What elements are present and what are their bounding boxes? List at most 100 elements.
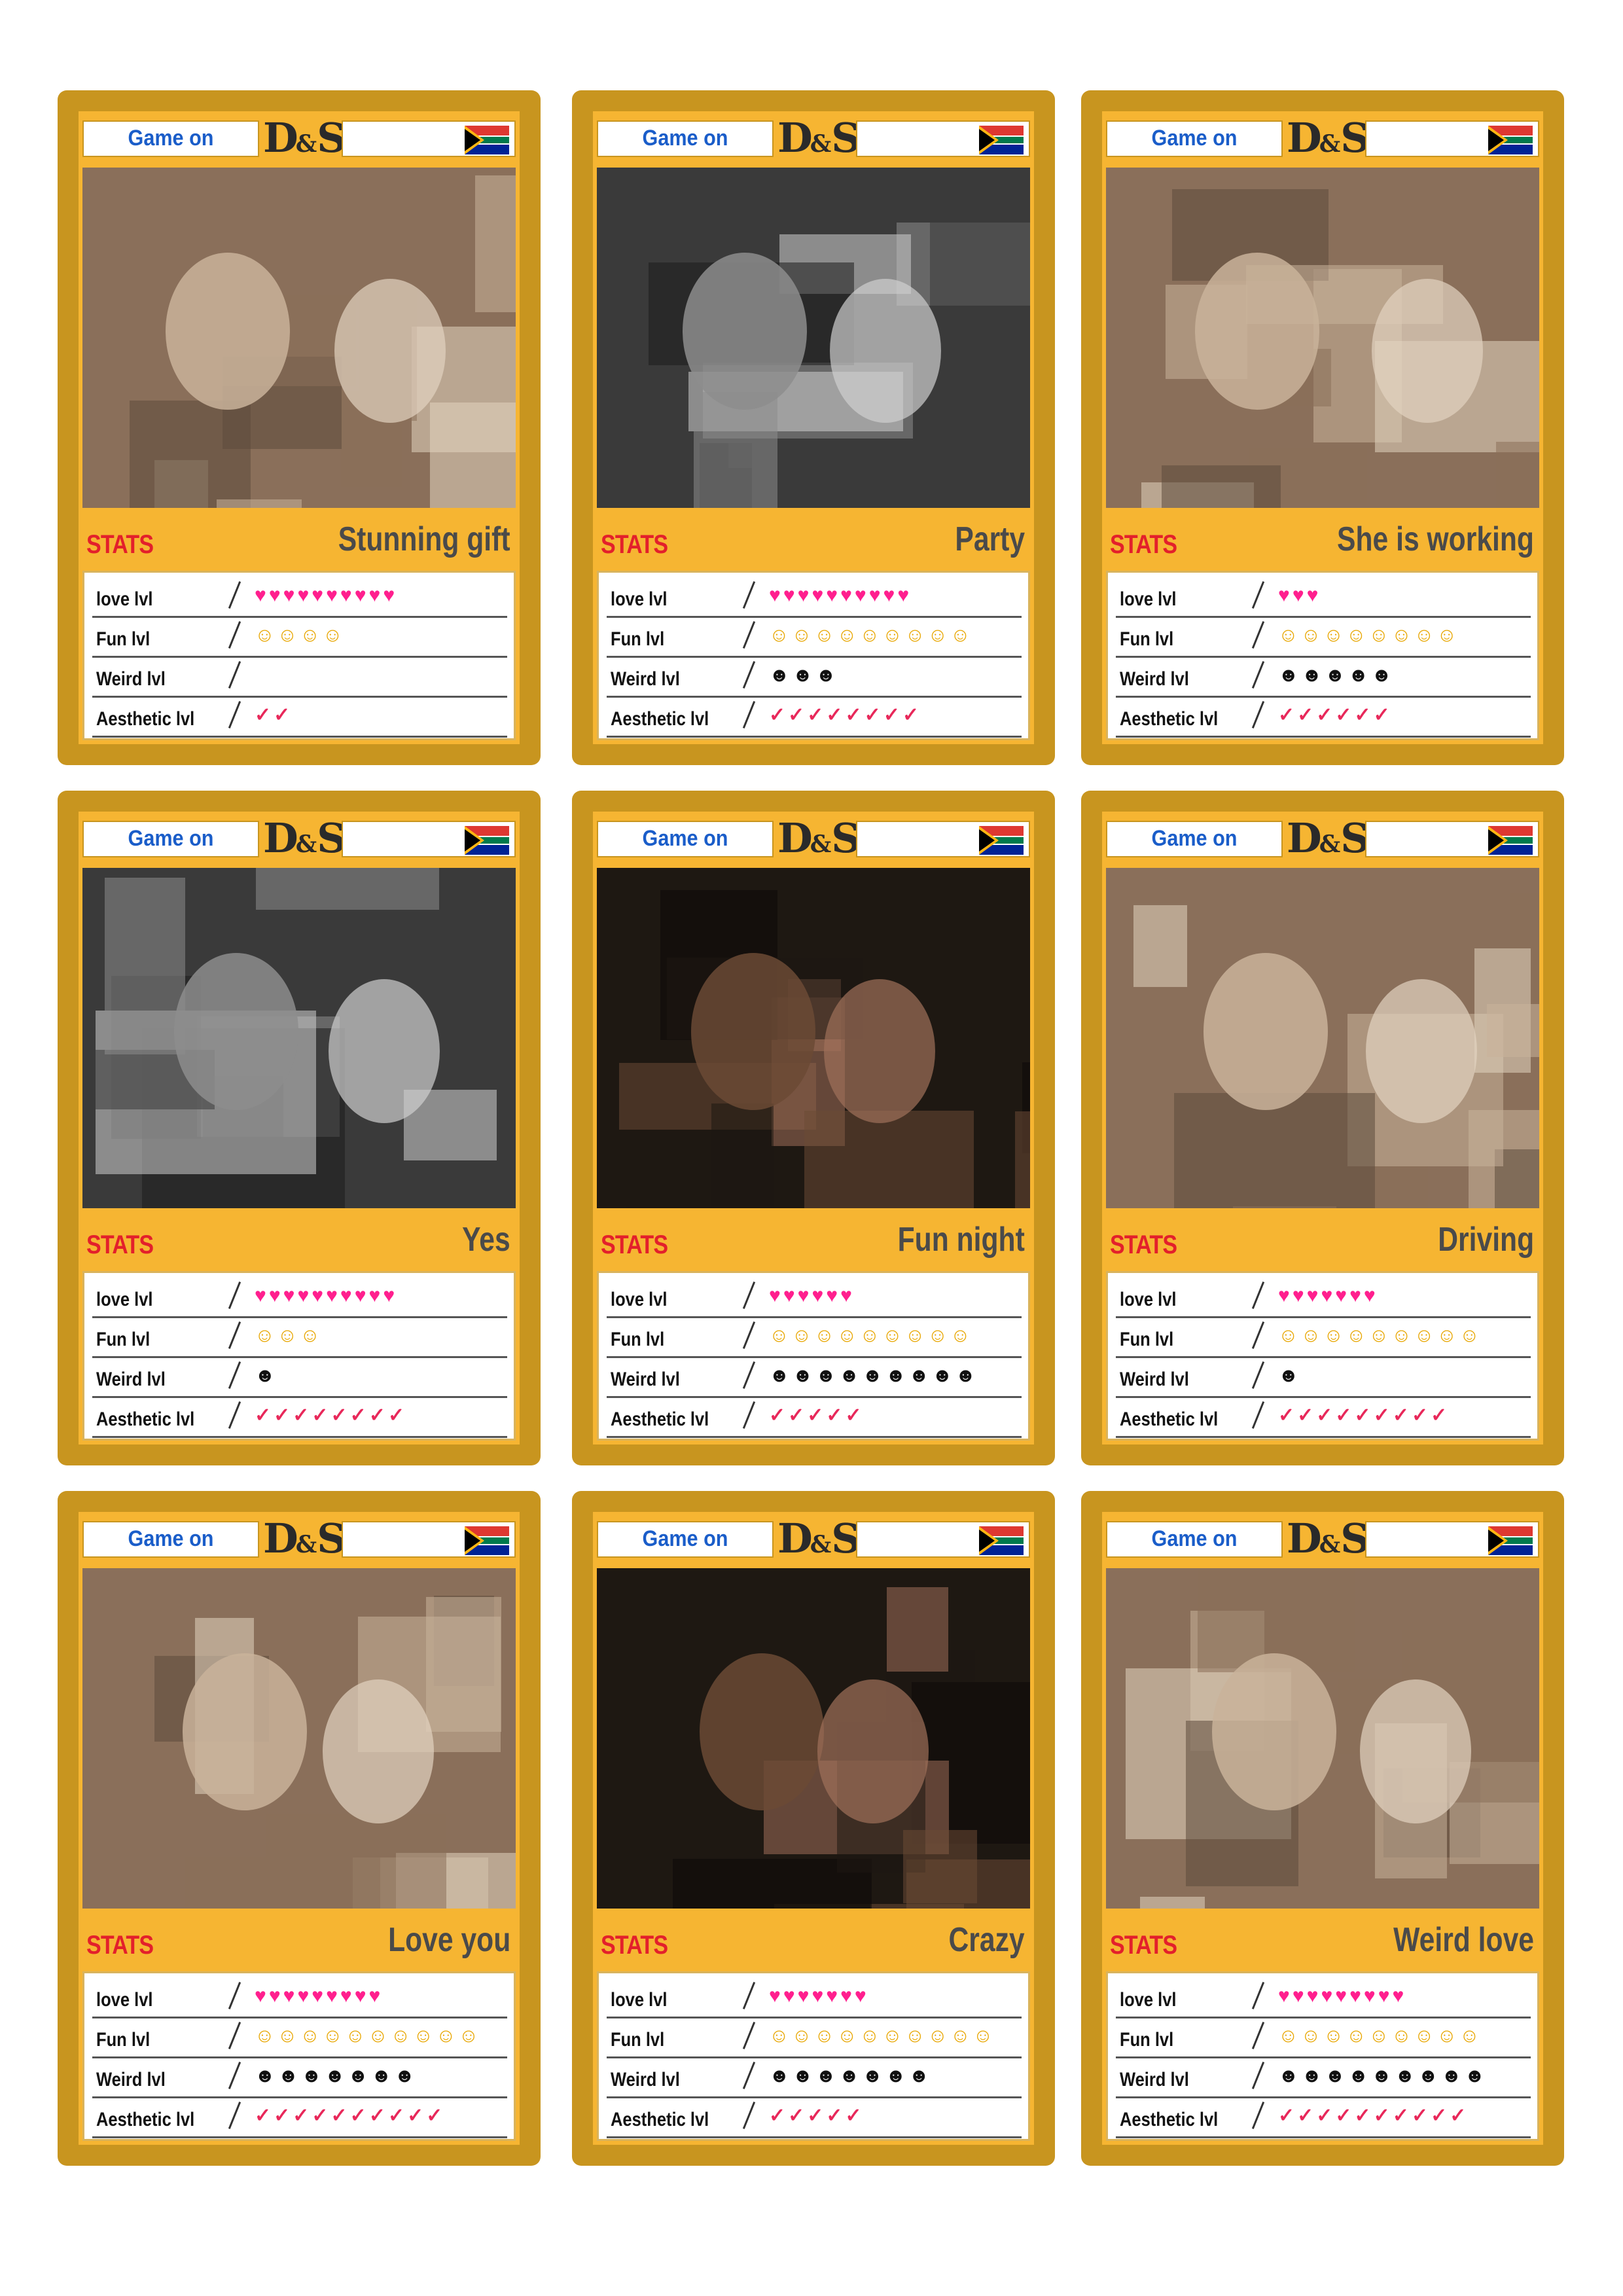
heart-icon-row: ♥♥♥♥♥♥♥♥♥♥: [255, 1285, 398, 1306]
game-on-box: Game on: [1106, 120, 1283, 157]
stat-label: Fun lvl: [1120, 1329, 1174, 1350]
stats-bar: STATS Fun night: [593, 1208, 1034, 1271]
divider: [228, 1282, 241, 1309]
ds-logo: D&S: [777, 114, 861, 162]
south-africa-flag-icon: [1488, 826, 1533, 855]
stats-label: STATS: [601, 1931, 668, 1960]
flag-box: [342, 120, 516, 157]
stats-panel: love lvl ♥♥♥ Fun lvl ☺☺☺☺☺☺☺☺ Weird lvl ☻☻☻☻☻…: [1106, 571, 1539, 740]
laughing-face-icon-row: ☺☺☺☺☺☺☺☺☺☺: [255, 2025, 482, 2047]
check-icon-row: ✓✓✓✓✓: [769, 2105, 865, 2126]
card-photo: [82, 1568, 516, 1909]
stat-row-fun: Fun lvl ☺☺☺☺☺☺☺☺☺☺: [92, 2017, 507, 2058]
card-header: Game on D&S: [593, 812, 1034, 865]
stat-label: love lvl: [611, 1989, 668, 2011]
game-on-box: Game on: [1106, 821, 1283, 857]
divider: [1251, 1321, 1265, 1349]
card-photo: [1106, 1568, 1539, 1909]
divider: [742, 1361, 756, 1389]
stat-label: Aesthetic lvl: [1120, 1408, 1219, 1430]
stat-row-aesthetic: Aesthetic lvl ✓✓✓✓✓: [607, 2097, 1022, 2138]
stat-label: love lvl: [96, 1989, 153, 2011]
card-title: Party: [955, 520, 1025, 558]
stat-label: Fun lvl: [611, 1329, 665, 1350]
laughing-face-icon-row: ☺☺☺☺☺☺☺☺☺☺: [769, 2025, 996, 2047]
stats-panel: love lvl ♥♥♥♥♥♥♥♥♥♥ Fun lvl ☺☺☺☺☺☺☺☺☺ Weird …: [597, 571, 1030, 740]
stat-label: Weird lvl: [1120, 1369, 1189, 1390]
flag-box: [856, 1521, 1030, 1558]
game-on-box: Game on: [597, 120, 774, 157]
check-icon-row: ✓✓✓✓✓✓✓✓: [255, 1405, 408, 1426]
game-on-box: Game on: [82, 1521, 259, 1558]
stat-label: Aesthetic lvl: [96, 708, 195, 730]
divider: [1251, 2062, 1265, 2089]
divider: [1251, 701, 1265, 728]
card-header: Game on D&S: [79, 1512, 520, 1566]
south-africa-flag-icon: [979, 1526, 1024, 1555]
trump-card: Game on D&S STATS Fun night love lvl ♥♥♥♥♥♥ Fu…: [572, 791, 1055, 1465]
heart-icon-row: ♥♥♥♥♥♥♥: [769, 1985, 869, 2007]
card-photo: [1106, 868, 1539, 1208]
card-photo: [1106, 168, 1539, 508]
stats-bar: STATS Party: [593, 508, 1034, 571]
weird-face-icon-row: ☻☻☻☻☻☻☻: [255, 2065, 418, 2087]
game-on-label: Game on: [1151, 1526, 1238, 1551]
stat-row-aesthetic: Aesthetic lvl ✓✓✓✓✓✓✓✓✓: [1116, 1397, 1531, 1438]
weird-face-icon-row: ☻☻☻☻☻☻☻: [769, 2065, 932, 2087]
stat-label: Weird lvl: [611, 1369, 680, 1390]
stat-row-love: love lvl ♥♥♥♥♥♥♥♥♥: [1116, 1977, 1531, 2018]
stat-label: love lvl: [611, 1289, 668, 1310]
stat-label: Weird lvl: [1120, 668, 1189, 690]
heart-icon-row: ♥♥♥♥♥♥♥♥♥: [255, 1985, 383, 2007]
game-on-label: Game on: [1151, 826, 1238, 851]
stats-label: STATS: [86, 1230, 154, 1259]
stats-panel: love lvl ♥♥♥♥♥♥♥ Fun lvl ☺☺☺☺☺☺☺☺☺☺ Weird lv…: [597, 1971, 1030, 2141]
divider: [228, 2022, 241, 2049]
divider: [228, 2102, 241, 2129]
stat-label: Aesthetic lvl: [96, 2109, 195, 2130]
divider: [742, 1321, 756, 1349]
south-africa-flag-icon: [979, 826, 1024, 855]
card-title: Weird love: [1393, 1921, 1534, 1959]
game-on-label: Game on: [642, 126, 728, 151]
check-icon-row: ✓✓✓✓✓: [769, 1405, 865, 1426]
stat-label: Aesthetic lvl: [611, 1408, 709, 1430]
stat-label: love lvl: [1120, 588, 1177, 610]
stat-label: Fun lvl: [96, 628, 151, 650]
stat-row-fun: Fun lvl ☺☺☺☺☺☺☺☺: [1116, 617, 1531, 658]
trump-card: Game on D&S STATS Love you love lvl ♥♥♥♥♥♥♥♥♥…: [58, 1491, 541, 2166]
stat-label: love lvl: [96, 1289, 153, 1310]
laughing-face-icon-row: ☺☺☺: [255, 1325, 323, 1346]
divider: [1251, 1361, 1265, 1389]
game-on-box: Game on: [597, 821, 774, 857]
stat-row-weird: Weird lvl ☻☻☻☻☻☻☻: [92, 2057, 507, 2098]
card-face: Game on D&S STATS Driving love lvl ♥♥♥♥♥♥♥ Fun…: [1102, 812, 1543, 1444]
divider: [228, 621, 241, 649]
card-photo: [597, 868, 1030, 1208]
stat-label: Fun lvl: [96, 2029, 151, 2051]
laughing-face-icon-row: ☺☺☺☺☺☺☺☺☺: [1278, 2025, 1482, 2047]
check-icon-row: ✓✓✓✓✓✓✓✓: [769, 704, 922, 726]
card-face: Game on D&S STATS Crazy love lvl ♥♥♥♥♥♥♥ Fun l…: [593, 1512, 1034, 2145]
game-on-label: Game on: [128, 126, 214, 151]
stat-row-love: love lvl ♥♥♥♥♥♥♥: [607, 1977, 1022, 2018]
card-photo: [597, 168, 1030, 508]
stats-bar: STATS Crazy: [593, 1909, 1034, 1971]
check-icon-row: ✓✓✓✓✓✓: [1278, 704, 1393, 726]
divider: [742, 621, 756, 649]
divider: [742, 2062, 756, 2089]
stat-row-love: love lvl ♥♥♥♥♥♥♥♥♥♥: [92, 577, 507, 618]
divider: [742, 1282, 756, 1309]
stats-label: STATS: [1110, 1931, 1177, 1960]
stats-panel: love lvl ♥♥♥♥♥♥♥♥♥♥ Fun lvl ☺☺☺☺ Weird lvl Ae…: [82, 571, 516, 740]
game-on-box: Game on: [82, 821, 259, 857]
stats-label: STATS: [86, 1931, 154, 1960]
game-on-label: Game on: [128, 826, 214, 851]
trump-card: Game on D&S STATS Crazy love lvl ♥♥♥♥♥♥♥ Fun l…: [572, 1491, 1055, 2166]
divider: [228, 1321, 241, 1349]
flag-box: [1365, 120, 1539, 157]
card-header: Game on D&S: [1102, 111, 1543, 165]
stat-label: love lvl: [1120, 1289, 1177, 1310]
heart-icon-row: ♥♥♥♥♥♥: [769, 1285, 855, 1306]
ds-logo: D&S: [777, 814, 861, 862]
